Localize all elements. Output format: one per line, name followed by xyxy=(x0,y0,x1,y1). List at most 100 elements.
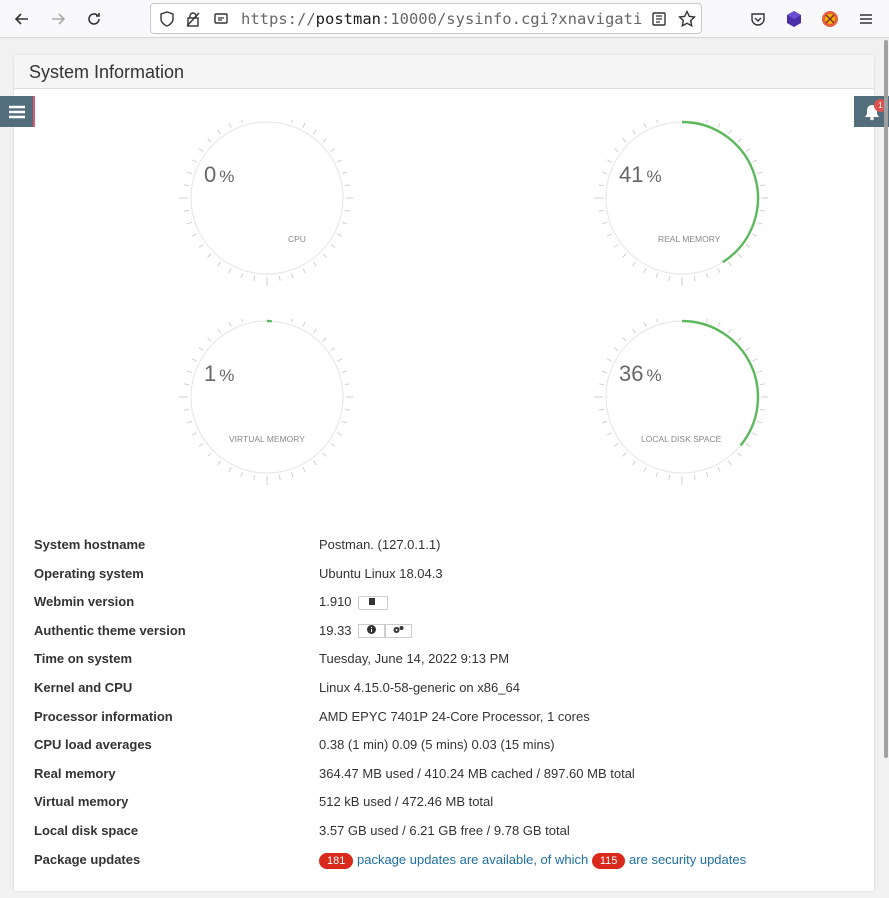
gauge-tick xyxy=(341,420,348,424)
gauge-tick xyxy=(745,148,751,152)
gears-icon xyxy=(393,626,404,634)
table-row: Webmin version 1.910 xyxy=(34,589,854,618)
local-disk-dial xyxy=(594,309,770,485)
local-disk-gauge: 36% LOCAL DISK SPACE xyxy=(568,309,770,504)
gauge-tick xyxy=(643,467,647,473)
gauge-tick xyxy=(737,138,742,143)
gauge-tick xyxy=(655,272,659,279)
theme-info-button[interactable] xyxy=(357,624,385,639)
gauge-track xyxy=(190,320,344,474)
reload-button[interactable] xyxy=(79,4,109,34)
gauge-tick xyxy=(745,244,751,248)
gauge-tick xyxy=(606,233,612,237)
gauge-tick xyxy=(705,272,709,279)
gauge-tick xyxy=(717,268,721,274)
pocket-button[interactable] xyxy=(743,4,773,34)
address-bar[interactable]: https://postman:10000/sysinfo.cgi?xnavig… xyxy=(150,3,702,34)
theme-settings-button[interactable] xyxy=(384,624,412,639)
gauge-tick xyxy=(198,443,204,447)
arrow-left-icon xyxy=(14,13,28,25)
gauge-tick xyxy=(341,171,348,175)
row-value: Ubuntu Linux 18.04.3 xyxy=(319,565,443,581)
package-updates-link[interactable]: package updates are available, of which xyxy=(357,852,588,867)
gauge-tick xyxy=(302,467,306,473)
row-value: AMD EPYC 7401P 24-Core Processor, 1 core… xyxy=(319,708,590,724)
real-memory-dial xyxy=(594,110,770,286)
row-label: Processor information xyxy=(34,708,173,724)
row-value: Postman. (127.0.1.1) xyxy=(319,537,441,552)
gauge-tick xyxy=(756,420,763,424)
addon-button[interactable] xyxy=(815,4,845,34)
gauge-tick xyxy=(344,184,351,187)
gauge-tick xyxy=(745,347,751,351)
reader-view-icon[interactable] xyxy=(651,11,667,27)
row-value: 512 kB used / 472.46 MB total xyxy=(319,794,494,810)
row-value: 364.47 MB used / 410.24 MB cached / 897.… xyxy=(319,765,635,781)
url-text[interactable]: https://postman:10000/sysinfo.cgi?xnavig… xyxy=(241,10,645,28)
extension-button[interactable] xyxy=(779,4,809,34)
row-label: Package updates xyxy=(34,851,141,867)
row-label: Real memory xyxy=(34,765,116,781)
row-value: 1.910 xyxy=(319,594,388,610)
gauge-tick xyxy=(186,221,193,225)
gauge-tick xyxy=(759,383,766,386)
gauge-tick xyxy=(705,117,709,124)
package-updates-value: 181 package updates are available, of wh… xyxy=(319,852,746,869)
gauge-tick xyxy=(622,337,627,342)
real-memory-gauge-value: 41% xyxy=(619,162,662,188)
page-scrollbar[interactable] xyxy=(884,40,888,758)
table-row: Operating system Ubuntu Linux 18.04.3 xyxy=(34,561,854,590)
gauge-tick xyxy=(756,370,763,374)
gauge-tick xyxy=(337,432,343,436)
table-row: CPU load averages 0.38 (1 min) 0.09 (5 mi… xyxy=(34,732,854,761)
local-disk-unit: % xyxy=(646,366,662,385)
cpu-dial xyxy=(179,110,355,286)
sidebar-toggle-button[interactable] xyxy=(0,96,35,127)
gauge-tick xyxy=(290,117,294,124)
gauge-tick xyxy=(601,221,608,225)
package-count-badge[interactable]: 181 xyxy=(319,852,354,869)
row-label: System hostname xyxy=(34,537,146,552)
app-menu-button[interactable] xyxy=(851,4,881,34)
security-updates-link[interactable]: are security updates xyxy=(629,852,746,867)
gauge-tick xyxy=(632,129,636,135)
table-row: Time on system Tuesday, June 14, 2022 9:1… xyxy=(34,646,854,675)
forward-button[interactable] xyxy=(43,4,73,34)
row-value: 0.38 (1 min) 0.09 (5 mins) 0.03 (15 mins… xyxy=(319,737,555,753)
real-memory-unit: % xyxy=(646,167,662,186)
gauge-tick xyxy=(632,460,636,466)
lock-warning-icon[interactable] xyxy=(185,11,201,27)
gauge-tick xyxy=(728,328,732,334)
gauge-tick xyxy=(228,467,232,473)
addon-icon xyxy=(822,11,838,27)
shield-icon xyxy=(160,11,174,27)
gauge-tick xyxy=(598,383,605,386)
star-icon[interactable] xyxy=(678,10,696,28)
url-path: :10000/sysinfo.cgi?xnavigati xyxy=(380,10,643,28)
gauge-tick xyxy=(598,209,605,212)
gauge-tick xyxy=(705,471,709,478)
row-value: 19.33 xyxy=(319,623,412,639)
theme-version-value: 19.33 xyxy=(319,622,352,638)
row-label: CPU load averages xyxy=(34,737,152,753)
cpu-gauge-label: CPU xyxy=(288,234,306,244)
real-memory-gauge: 41% REAL MEMORY xyxy=(568,110,770,305)
arrow-right-icon xyxy=(52,13,66,25)
gauge-tick xyxy=(183,383,190,386)
virtual-memory-value: 1 xyxy=(204,361,217,386)
gauge-tick xyxy=(613,443,619,447)
webmin-changelog-button[interactable] xyxy=(357,595,388,610)
back-button[interactable] xyxy=(7,4,37,34)
cpu-value: 0 xyxy=(204,162,217,187)
gauge-tick xyxy=(330,244,336,248)
theme-button-group xyxy=(357,624,412,639)
gauge-tick xyxy=(186,370,193,374)
gauge-tick xyxy=(207,337,212,342)
row-value: Tuesday, June 14, 2022 9:13 PM xyxy=(319,651,510,667)
permissions-icon[interactable] xyxy=(213,11,229,27)
gauge-tick xyxy=(198,244,204,248)
security-count-badge[interactable]: 115 xyxy=(591,852,626,869)
table-row: Local disk space 3.57 GB used / 6.21 GB f… xyxy=(34,818,854,847)
info-circle-icon xyxy=(366,625,376,635)
system-info-table: System hostname Postman. (127.0.1.1) Oper… xyxy=(34,532,854,875)
